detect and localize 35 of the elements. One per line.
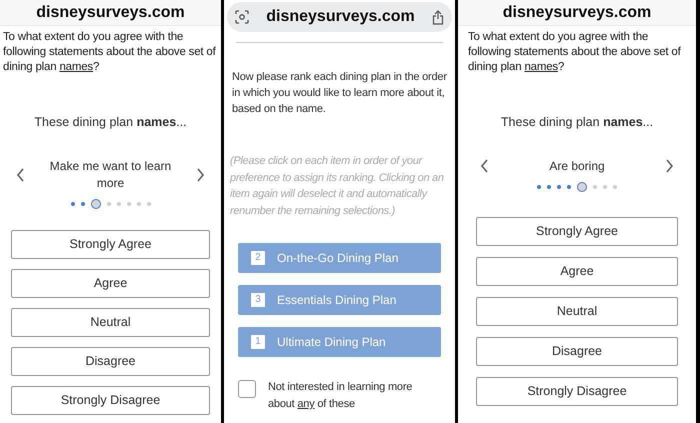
answer-option[interactable]: Strongly Agree: [11, 230, 210, 259]
statement-lead: These dining plan names...: [500, 114, 654, 131]
answer-option[interactable]: Neutral: [476, 297, 678, 326]
plan-label: Essentials Dining Plan: [277, 292, 396, 309]
statement-text: Make me want to learn more: [48, 158, 172, 192]
instruction-text: Now please rank each dining plan in the order in which you would like to learn more about it, based on the name.: [231, 70, 448, 117]
checkbox[interactable]: [238, 380, 256, 398]
site-address[interactable]: disneysurveys.com: [266, 5, 415, 29]
answer-option[interactable]: Strongly Disagree: [476, 377, 678, 406]
answer-option[interactable]: Strongly Disagree: [11, 386, 210, 415]
answer-option[interactable]: Disagree: [11, 347, 210, 376]
statement-text: Are boring: [548, 158, 606, 175]
answer-option[interactable]: Neutral: [11, 308, 210, 337]
answer-option[interactable]: Disagree: [476, 337, 678, 366]
hint-text: (Please click on each item in order of your preference to assign its ranking. Clicking on an item again will deselect it and automatically renumber the remaining selections.): [228, 154, 445, 218]
answer-option[interactable]: Strongly Agree: [476, 217, 678, 246]
chevron-right-icon[interactable]: [196, 168, 205, 182]
site-address[interactable]: disneysurveys.com: [36, 4, 185, 20]
site-address[interactable]: disneysurveys.com: [502, 4, 652, 20]
plan-label: Ultimate Dining Plan: [277, 334, 386, 351]
answer-option[interactable]: Agree: [11, 269, 210, 298]
page-settings-icon[interactable]: [235, 10, 249, 24]
plan-label: On-the-Go Dining Plan: [277, 250, 398, 267]
chevron-left-icon[interactable]: [480, 159, 489, 174]
opt-out-label: Not interested in learning more about any of these: [268, 380, 414, 412]
rank-number: 3: [251, 293, 265, 307]
rank-number: 1: [251, 335, 265, 349]
chevron-right-icon[interactable]: [665, 159, 674, 174]
answer-option[interactable]: Agree: [476, 257, 678, 286]
question-text: To what extent do you agree with the following statements about the above set of dining plan names?: [2, 30, 217, 75]
rank-number: 2: [251, 251, 265, 265]
share-icon[interactable]: [432, 10, 444, 24]
question-text: To what extent do you agree with the following statements about the above set of dining plan names?: [467, 30, 682, 75]
statement-lead: These dining plan names...: [33, 114, 188, 131]
chevron-left-icon[interactable]: [16, 168, 25, 182]
